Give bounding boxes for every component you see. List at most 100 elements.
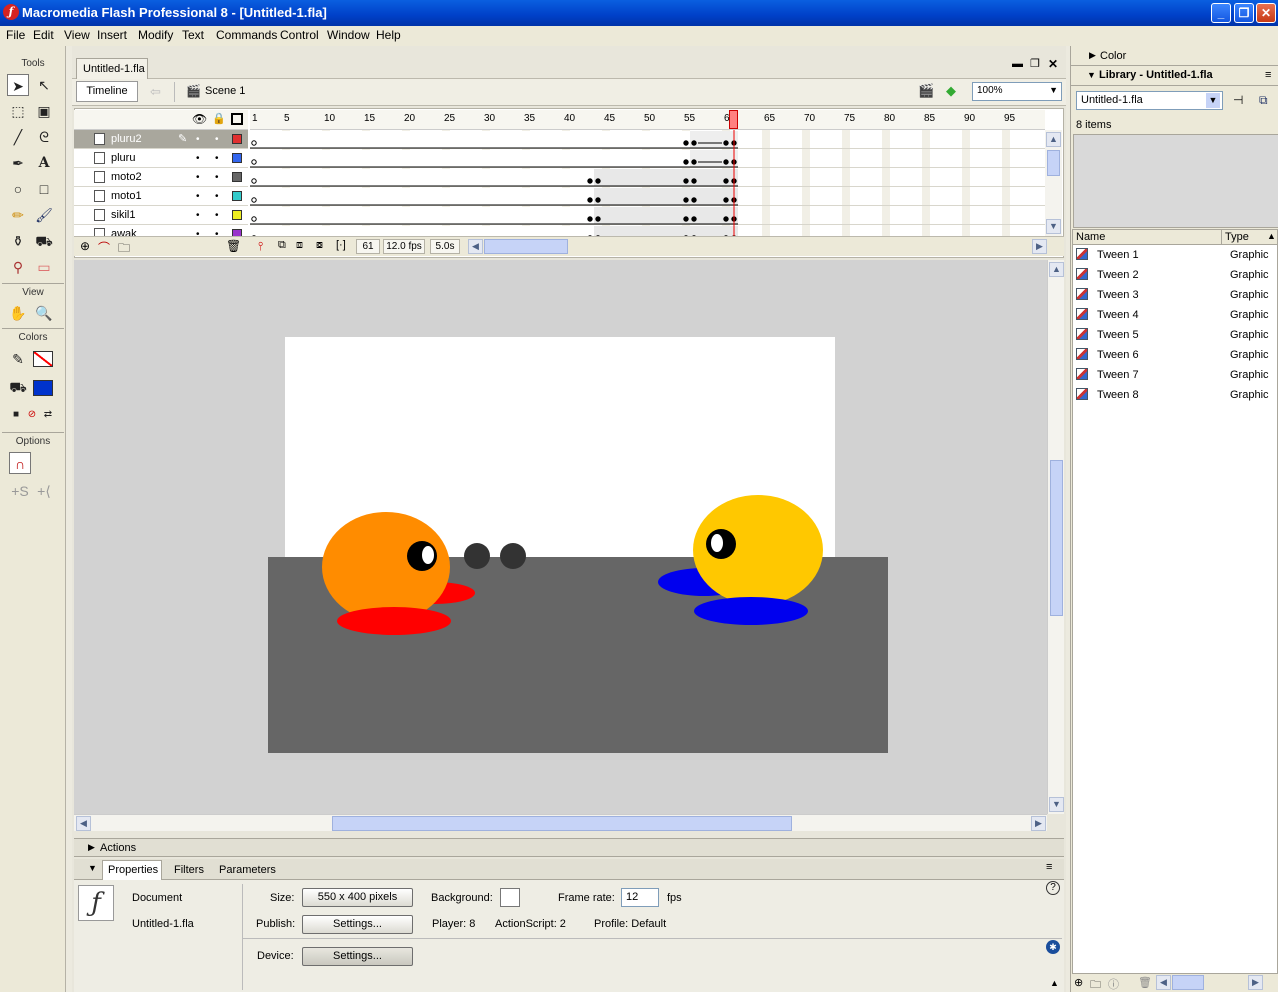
layer-outline-color[interactable] — [232, 153, 242, 163]
menu-edit[interactable]: Edit — [33, 28, 54, 42]
frame-rate-input[interactable]: 12 — [621, 888, 659, 907]
paint-bucket-tool-icon[interactable]: ⛟ — [33, 230, 55, 252]
layer-lock-dot[interactable]: • — [215, 172, 219, 183]
menu-text[interactable]: Text — [182, 28, 204, 42]
menu-help[interactable]: Help — [376, 28, 401, 42]
menu-control[interactable]: Control — [280, 28, 319, 42]
column-type[interactable]: Type — [1225, 231, 1249, 243]
library-item[interactable]: Tween 6 Graphic — [1073, 345, 1277, 365]
stage-hscroll-thumb[interactable] — [332, 816, 792, 831]
zoom-select[interactable]: 100% ▼ — [972, 82, 1062, 101]
back-arrow-icon[interactable]: ⇦ — [150, 84, 161, 100]
color-panel-header[interactable]: ▶ Color — [1071, 46, 1278, 66]
library-item[interactable]: Tween 4 Graphic — [1073, 305, 1277, 325]
hand-tool-icon[interactable]: ✋ — [7, 302, 29, 324]
layer-visibility-dot[interactable]: • — [196, 153, 200, 164]
menu-modify[interactable]: Modify — [138, 28, 173, 42]
properties-icon[interactable]: ⓘ — [1108, 976, 1119, 992]
eraser-tool-icon[interactable]: ▭ — [33, 256, 55, 278]
actions-panel-header[interactable]: ▶ Actions — [74, 838, 1064, 857]
library-item[interactable]: Tween 5 Graphic — [1073, 325, 1277, 345]
add-motion-guide-icon[interactable]: ⌒ — [98, 239, 110, 256]
minimize-button[interactable]: _ — [1211, 3, 1231, 23]
stage-scroll-left-icon[interactable]: ◀ — [76, 816, 91, 831]
timeline-vscroll[interactable]: ▲ ▼ — [1045, 130, 1062, 236]
scroll-down-arrow-icon[interactable]: ▼ — [1046, 219, 1061, 234]
layer-outline-color[interactable] — [232, 134, 242, 144]
device-settings-button[interactable]: Settings... — [302, 947, 413, 966]
frame-rate-field[interactable]: 12.0 fps — [383, 239, 425, 254]
pencil-tool-icon[interactable]: ✏ — [7, 204, 29, 226]
layer-outline-color[interactable] — [232, 172, 242, 182]
timeline-hscroll-thumb[interactable] — [484, 239, 568, 254]
stage-hscroll[interactable]: ◀ ▶ — [74, 814, 1047, 831]
timeline-scroll-right-icon[interactable]: ▶ — [1032, 239, 1047, 254]
pasteboard[interactable] — [74, 260, 1047, 814]
tab-filters[interactable]: Filters — [174, 864, 204, 876]
library-scroll-left-icon[interactable]: ◀ — [1156, 975, 1171, 990]
close-button[interactable]: ✕ — [1256, 3, 1276, 23]
library-item[interactable]: Tween 1 Graphic — [1073, 245, 1277, 265]
new-library-panel-icon[interactable]: ⧉ — [1259, 93, 1268, 108]
rectangle-tool-icon[interactable]: □ — [33, 178, 55, 200]
layer-lock-dot[interactable]: • — [215, 134, 219, 145]
stage-scroll-right-icon[interactable]: ▶ — [1031, 816, 1046, 831]
menu-view[interactable]: View — [64, 28, 90, 42]
new-folder-icon[interactable]: 🗀 — [1090, 976, 1101, 992]
layer-visibility-dot[interactable]: • — [196, 172, 200, 183]
lock-icon[interactable]: 🔒 — [212, 112, 226, 125]
library-panel-header[interactable]: ▼ Library - Untitled-1.fla ≡ — [1071, 66, 1278, 86]
accessibility-icon[interactable]: ✱ — [1046, 940, 1060, 954]
smooth-icon[interactable]: +S — [9, 480, 31, 502]
modify-onion-markers-icon[interactable]: [·] — [336, 239, 346, 251]
column-name[interactable]: Name — [1076, 231, 1105, 243]
scroll-thumb[interactable] — [1047, 150, 1060, 176]
scroll-up-arrow-icon[interactable]: ▲ — [1046, 132, 1061, 147]
expand-panel-icon[interactable]: ▲ — [1050, 978, 1059, 988]
doc-minimize-icon[interactable]: ▬ — [1012, 58, 1023, 70]
layer-row[interactable]: moto2 • • — [74, 168, 248, 187]
library-item[interactable]: Tween 2 Graphic — [1073, 265, 1277, 285]
selection-tool-icon[interactable]: ➤ — [7, 74, 29, 96]
menu-window[interactable]: Window — [327, 28, 370, 42]
outline-icon[interactable] — [231, 113, 243, 125]
edit-scene-icon[interactable]: 🎬 — [918, 83, 934, 99]
restore-button[interactable]: ❐ — [1234, 3, 1254, 23]
tab-parameters[interactable]: Parameters — [219, 864, 276, 876]
library-item[interactable]: Tween 8 Graphic — [1073, 385, 1277, 405]
library-item[interactable]: Tween 7 Graphic — [1073, 365, 1277, 385]
straighten-icon[interactable]: +⟨ — [33, 480, 55, 502]
menu-insert[interactable]: Insert — [97, 28, 127, 42]
delete-layer-icon[interactable]: 🗑 — [226, 239, 241, 253]
brush-tool-icon[interactable]: 🖌 — [33, 204, 55, 226]
swap-colors-icon[interactable]: ⇄ — [37, 404, 59, 426]
center-frame-icon[interactable]: ⫯ — [258, 239, 263, 254]
stage-vscroll-thumb[interactable] — [1050, 460, 1063, 616]
layer-lock-dot[interactable]: • — [215, 153, 219, 164]
ink-bottle-tool-icon[interactable]: ⚱ — [7, 230, 29, 252]
doc-close-icon[interactable]: ✕ — [1048, 57, 1058, 71]
stage-scroll-down-icon[interactable]: ▼ — [1049, 797, 1064, 812]
eyedropper-tool-icon[interactable]: ⚲ — [7, 256, 29, 278]
edit-multiple-frames-icon[interactable]: ⧇ — [316, 239, 323, 252]
fill-color-swatch[interactable] — [33, 380, 53, 396]
menu-file[interactable]: File — [6, 28, 25, 42]
size-button[interactable]: 550 x 400 pixels — [302, 888, 413, 907]
timeline-scroll-left-icon[interactable]: ◀ — [468, 239, 483, 254]
collapse-arrow-icon[interactable]: ▼ — [88, 863, 97, 873]
layer-visibility-dot[interactable]: • — [196, 191, 200, 202]
new-symbol-icon[interactable]: ⊕ — [1074, 976, 1083, 989]
zoom-tool-icon[interactable]: 🔍 — [33, 302, 55, 324]
delete-symbol-icon[interactable]: 🗑 — [1138, 976, 1152, 989]
menu-commands[interactable]: Commands — [216, 28, 277, 42]
snap-magnet-icon[interactable]: ∩ — [9, 452, 31, 474]
stroke-color-swatch[interactable] — [33, 351, 53, 367]
oval-tool-icon[interactable]: ○ — [7, 178, 29, 200]
frame-grid[interactable] — [250, 130, 1045, 244]
stage-scroll-up-icon[interactable]: ▲ — [1049, 262, 1064, 277]
library-document-select[interactable]: Untitled-1.fla ▼ — [1076, 91, 1223, 110]
text-tool-icon[interactable]: A — [33, 152, 55, 174]
onion-skin-icon[interactable]: ⧉ — [278, 239, 286, 252]
pen-tool-icon[interactable]: ✒ — [7, 152, 29, 174]
free-transform-tool-icon[interactable]: ⬚ — [7, 100, 29, 122]
